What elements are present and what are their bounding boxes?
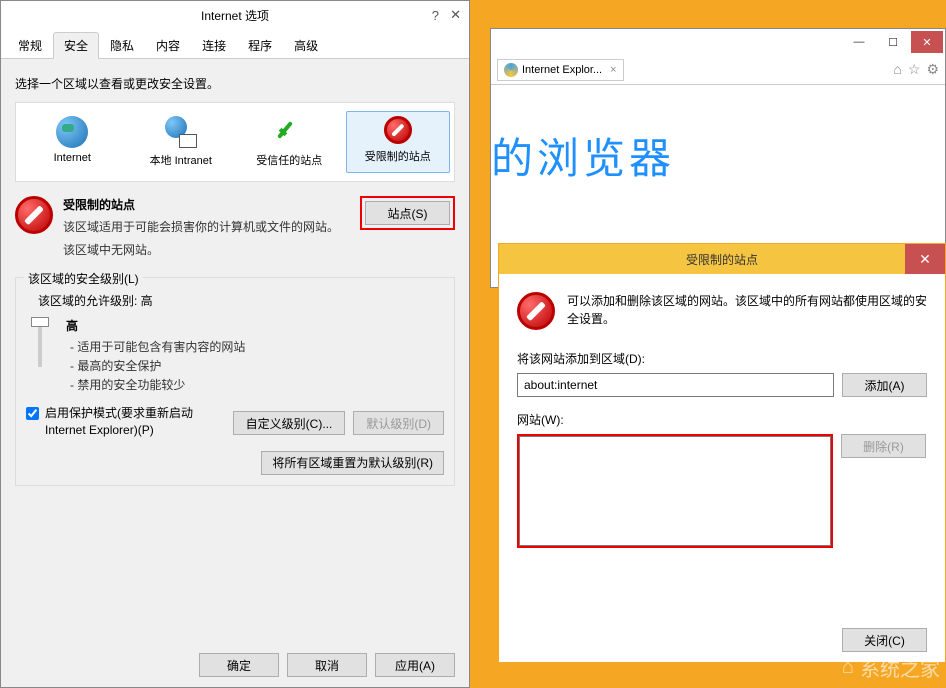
ok-button[interactable]: 确定: [199, 653, 279, 677]
ie-titlebar: — ☐ ✕: [491, 29, 945, 55]
protect-mode-label: 启用保护模式(要求重新启动 Internet Explorer)(P): [45, 405, 227, 439]
help-button[interactable]: ?: [432, 8, 439, 23]
restricted-title: 受限制的站点: [686, 251, 758, 268]
zone-trusted[interactable]: 受信任的站点: [237, 111, 342, 173]
restricted-desc: 可以添加和删除该区域的网站。该区域中的所有网站都使用区域的安全设置。: [567, 292, 927, 330]
remove-button[interactable]: 删除(R): [841, 434, 926, 458]
internet-options-dialog: Internet 选项 ? ✕ 常规 安全 隐私 内容 连接 程序 高级 选择一…: [0, 0, 470, 688]
zone-intranet[interactable]: 本地 Intranet: [129, 111, 234, 173]
cancel-button[interactable]: 取消: [287, 653, 367, 677]
sites-list-label: 网站(W):: [517, 411, 927, 428]
tab-privacy[interactable]: 隐私: [99, 32, 145, 59]
restricted-icon: [384, 116, 412, 144]
sites-listbox[interactable]: [519, 436, 831, 546]
globe-monitor-icon: [165, 116, 197, 148]
close-restricted-dialog-button[interactable]: 关闭(C): [842, 628, 927, 652]
level-bullet: - 禁用的安全功能较少: [70, 376, 444, 395]
close-restricted-button[interactable]: ✕: [905, 244, 945, 274]
watermark-logo-icon: ⌂: [842, 656, 854, 679]
ie-content: 的浏览器: [491, 85, 945, 186]
check-icon: [273, 116, 305, 148]
sites-button[interactable]: 站点(S): [365, 201, 450, 225]
protect-mode-checkbox[interactable]: [26, 407, 39, 420]
custom-level-button[interactable]: 自定义级别(C)...: [233, 411, 346, 435]
level-bullet: - 适用于可能包含有害内容的网站: [70, 338, 444, 357]
ie-toolbar-icons: ⌂ ☆ ⚙: [893, 61, 939, 78]
zone-label: 受限制的站点: [365, 151, 431, 163]
apply-button[interactable]: 应用(A): [375, 653, 455, 677]
ie-logo-icon: [504, 63, 518, 77]
tab-advanced[interactable]: 高级: [283, 32, 329, 59]
options-tabs: 常规 安全 隐私 内容 连接 程序 高级: [1, 29, 469, 59]
restricted-titlebar: 受限制的站点 ✕: [499, 244, 945, 274]
tab-programs[interactable]: 程序: [237, 32, 283, 59]
group-legend: 该区域的安全级别(L): [24, 270, 143, 287]
home-icon[interactable]: ⌂: [893, 61, 901, 78]
level-name: 高: [66, 317, 444, 334]
zones-list: Internet 本地 Intranet 受信任的站点 受限制的站点: [15, 102, 455, 182]
zone-label: 本地 Intranet: [150, 155, 212, 167]
level-bullet: - 最高的安全保护: [70, 357, 444, 376]
restricted-sites-dialog: 受限制的站点 ✕ 可以添加和删除该区域的网站。该区域中的所有网站都使用区域的安全…: [498, 243, 946, 663]
dialog-title: Internet 选项: [201, 7, 269, 24]
allowed-level: 该区域的允许级别: 高: [38, 292, 444, 309]
tab-security[interactable]: 安全: [53, 32, 99, 59]
close-tab-icon[interactable]: ×: [610, 64, 616, 76]
ie-tab-label: Internet Explor...: [522, 64, 602, 76]
add-button[interactable]: 添加(A): [842, 373, 927, 397]
zone-label: 受信任的站点: [256, 155, 322, 167]
ie-tab[interactable]: Internet Explor... ×: [497, 59, 624, 81]
zone-internet[interactable]: Internet: [20, 111, 125, 173]
watermark-text: 系统之家: [860, 653, 940, 682]
dialog-body: 选择一个区域以查看或更改安全设置。 Internet 本地 Intranet 受…: [1, 59, 469, 502]
globe-icon: [56, 116, 88, 148]
zone-detail-name: 受限制的站点: [63, 196, 350, 213]
restricted-icon: [15, 196, 53, 234]
ie-page-heading: 的浏览器: [491, 125, 945, 186]
restricted-info: 可以添加和删除该区域的网站。该区域中的所有网站都使用区域的安全设置。: [517, 292, 927, 330]
add-site-input[interactable]: [517, 373, 834, 397]
tab-content[interactable]: 内容: [145, 32, 191, 59]
maximize-button[interactable]: ☐: [877, 31, 909, 53]
zone-instruction: 选择一个区域以查看或更改安全设置。: [15, 75, 455, 92]
zone-label: Internet: [54, 152, 91, 164]
tab-general[interactable]: 常规: [7, 32, 53, 59]
close-button[interactable]: ✕: [911, 31, 943, 53]
security-level-group: 该区域的安全级别(L) 该区域的允许级别: 高 高 - 适用于可能包含有害内容的…: [15, 277, 455, 486]
zone-restricted[interactable]: 受限制的站点: [346, 111, 451, 173]
close-dialog-button[interactable]: ✕: [450, 7, 461, 23]
restricted-icon: [517, 292, 555, 330]
tab-connections[interactable]: 连接: [191, 32, 237, 59]
default-level-button[interactable]: 默认级别(D): [353, 411, 444, 435]
watermark: ⌂ 系统之家: [842, 653, 940, 682]
gear-icon[interactable]: ⚙: [926, 61, 939, 78]
level-slider[interactable]: [26, 317, 54, 377]
zone-detail: 受限制的站点 该区域适用于可能会损害你的计算机或文件的网站。 该区域中无网站。 …: [15, 196, 455, 265]
reset-zones-button[interactable]: 将所有区域重置为默认级别(R): [261, 451, 444, 475]
zone-detail-desc2: 该区域中无网站。: [63, 242, 350, 259]
dialog-bottom-buttons: 确定 取消 应用(A): [199, 653, 455, 677]
add-site-label: 将该网站添加到区域(D):: [517, 350, 927, 367]
zone-detail-desc1: 该区域适用于可能会损害你的计算机或文件的网站。: [63, 219, 350, 236]
ie-tab-strip: Internet Explor... × ⌂ ☆ ⚙: [491, 55, 945, 85]
minimize-button[interactable]: —: [843, 31, 875, 53]
dialog-titlebar: Internet 选项 ? ✕: [1, 1, 469, 29]
favorites-icon[interactable]: ☆: [908, 61, 921, 78]
